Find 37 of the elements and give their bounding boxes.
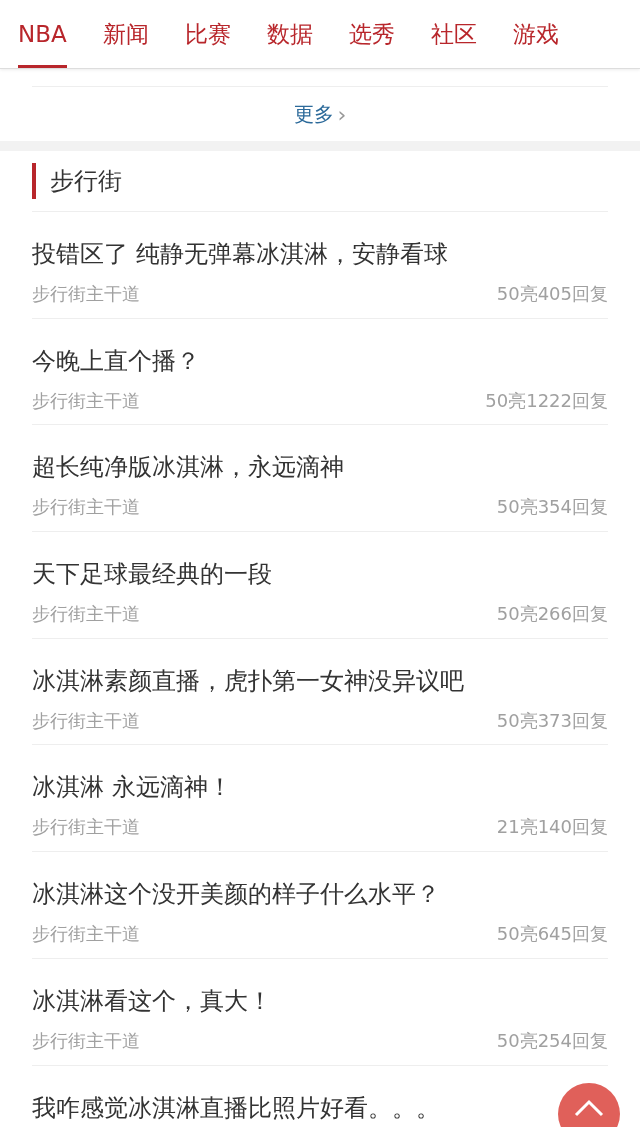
post-stats: 50亮266回复 — [496, 602, 608, 627]
nav-tab[interactable]: 比赛 — [184, 0, 231, 68]
post-board: 步行街主干道 — [32, 282, 140, 306]
post-title[interactable]: 我咋感觉冰淇淋直播比照片好看。。。 — [32, 1092, 440, 1123]
nav-tab[interactable]: 新闻 — [102, 0, 149, 68]
post-board: 步行街主干道 — [32, 495, 140, 520]
nav-tab[interactable]: 选秀 — [348, 0, 395, 68]
post-stats: 50亮354回复 — [496, 495, 608, 520]
post-title[interactable]: 超长纯净版冰淇淋，永远滴神 — [32, 452, 344, 483]
post-title[interactable]: 冰淇淋素颜直播，虎扑第一女神没异议吧 — [32, 665, 464, 696]
post-board: 步行街主干道 — [32, 602, 140, 627]
chevron-up-icon — [574, 1099, 604, 1117]
more-link[interactable]: 更多 › — [293, 100, 347, 128]
post-stats: 21亮140回复 — [496, 815, 608, 840]
post-board: 步行街主干道 — [32, 1028, 140, 1053]
section-title: 步行街 — [50, 166, 122, 197]
post-title[interactable]: 今晚上直个播？ — [32, 345, 200, 376]
post-stats: 50亮373回复 — [496, 708, 608, 733]
post-board: 步行街主干道 — [32, 708, 140, 733]
post-title[interactable]: 冰淇淋这个没开美颜的样子什么水平？ — [32, 879, 440, 910]
post-stats: 50亮645回复 — [496, 922, 608, 947]
post-stats: 50亮1222回复 — [485, 388, 608, 413]
post-title[interactable]: 投错区了 纯静无弹幕冰淇淋，安静看球 — [32, 239, 448, 269]
nav-tab[interactable]: NBA — [18, 0, 67, 68]
post-title[interactable]: 天下足球最经典的一段 — [32, 559, 272, 590]
post-title[interactable]: 冰淇淋 永远滴神！ — [32, 772, 232, 803]
post-stats: 50亮405回复 — [496, 282, 608, 306]
post-title[interactable]: 冰淇淋看这个，真大！ — [32, 985, 272, 1016]
section-marker — [32, 163, 36, 199]
post-board: 步行街主干道 — [32, 815, 140, 840]
post-stats: 50亮254回复 — [496, 1028, 608, 1053]
nav-tab[interactable]: 数据 — [266, 0, 313, 68]
nav-tab[interactable]: 社区 — [430, 0, 477, 68]
post-board: 步行街主干道 — [32, 388, 140, 413]
nav-tab[interactable]: 游戏 — [512, 0, 559, 68]
post-board: 步行街主干道 — [32, 922, 140, 947]
scroll-top-button[interactable] — [558, 1083, 620, 1127]
